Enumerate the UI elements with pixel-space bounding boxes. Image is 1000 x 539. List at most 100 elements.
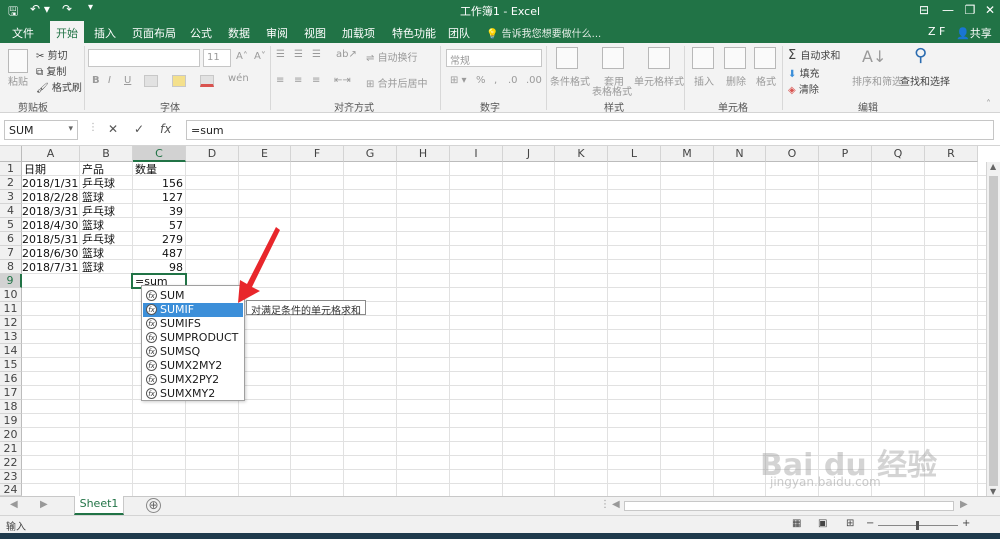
row-header[interactable]: 21: [0, 442, 22, 456]
column-header[interactable]: R: [925, 146, 978, 162]
scroll-right-icon[interactable]: ▶: [960, 499, 968, 510]
row-header[interactable]: 13: [0, 330, 22, 344]
column-header[interactable]: K: [555, 146, 608, 162]
fill-button[interactable]: ⬇ 填充: [788, 65, 820, 80]
column-header[interactable]: L: [608, 146, 661, 162]
cell-product[interactable]: 篮球: [82, 191, 104, 204]
scroll-up-icon[interactable]: ▲: [990, 162, 996, 171]
bold-button[interactable]: B: [92, 75, 100, 86]
vertical-scrollbar[interactable]: ▲ ▼: [986, 162, 1000, 496]
tab-team[interactable]: 团队: [448, 25, 470, 41]
cell-c1[interactable]: 数量: [135, 163, 157, 176]
tab-data[interactable]: 数据: [228, 25, 250, 41]
row-header[interactable]: 11: [0, 302, 22, 316]
row-header[interactable]: 17: [0, 386, 22, 400]
indent-icon[interactable]: ⇤⇥: [334, 75, 351, 86]
tab-file[interactable]: 文件: [12, 25, 34, 41]
row-header[interactable]: 24: [0, 484, 22, 496]
tab-featured[interactable]: 特色功能: [392, 25, 436, 41]
name-box[interactable]: SUM ▾: [4, 120, 78, 140]
italic-button[interactable]: I: [108, 75, 111, 86]
decrease-decimal-icon[interactable]: .00: [526, 75, 542, 86]
cell-date[interactable]: 2018/5/31: [22, 233, 78, 246]
underline-button[interactable]: U: [124, 75, 131, 86]
phonetic-icon[interactable]: wén: [228, 73, 249, 84]
scroll-down-icon[interactable]: ▼: [990, 487, 996, 496]
column-header[interactable]: J: [503, 146, 555, 162]
row-header[interactable]: 19: [0, 414, 22, 428]
page-layout-view-icon[interactable]: ▣: [818, 518, 827, 529]
format-cells-button[interactable]: 格式: [756, 73, 776, 88]
grow-font-icon[interactable]: A˄: [236, 51, 248, 62]
autocomplete-item-selected[interactable]: fx SUMIF: [143, 303, 243, 317]
page-break-view-icon[interactable]: ⊞: [846, 518, 854, 529]
percent-button[interactable]: %: [476, 75, 486, 86]
user-name[interactable]: Z F: [928, 25, 945, 38]
horizontal-scrollbar[interactable]: [624, 501, 954, 511]
font-family-select[interactable]: [88, 49, 200, 67]
cell-date[interactable]: 2018/4/30: [22, 219, 78, 232]
column-header[interactable]: M: [661, 146, 714, 162]
autocomplete-item[interactable]: fx SUMIFS: [143, 317, 243, 331]
autocomplete-item[interactable]: fx SUMX2PY2: [143, 373, 243, 387]
orientation-icon[interactable]: ab↗: [336, 49, 357, 60]
row-header[interactable]: 9: [0, 274, 22, 288]
cell-date[interactable]: 2018/1/31: [22, 177, 78, 190]
row-header[interactable]: 1: [0, 162, 22, 176]
sheet-tab[interactable]: Sheet1: [74, 496, 124, 515]
format-table-icon[interactable]: [602, 47, 624, 69]
sort-filter-icon[interactable]: A↓: [862, 47, 886, 66]
magnifier-icon[interactable]: ⚲: [914, 45, 927, 66]
autosum-button[interactable]: Σ 自动求和: [788, 47, 840, 63]
tab-home[interactable]: 开始: [50, 21, 84, 43]
row-header[interactable]: 2: [0, 176, 22, 190]
row-header[interactable]: 12: [0, 316, 22, 330]
merge-center-button[interactable]: ⊞ 合并后居中: [366, 75, 428, 90]
column-header[interactable]: D: [186, 146, 239, 162]
cell-qty[interactable]: 156: [133, 177, 183, 190]
tab-formulas[interactable]: 公式: [190, 25, 212, 41]
cell-product[interactable]: 乒乓球: [82, 177, 115, 190]
font-color-icon[interactable]: [200, 75, 214, 87]
insert-cells-button[interactable]: 插入: [694, 73, 714, 88]
paste-icon[interactable]: [8, 49, 28, 73]
tell-me-box[interactable]: 💡 告诉我您想要做什么...: [486, 25, 601, 40]
shrink-font-icon[interactable]: A˅: [254, 51, 266, 62]
zoom-out-button[interactable]: −: [866, 518, 874, 529]
column-header[interactable]: G: [344, 146, 397, 162]
format-table-label-b[interactable]: 表格格式: [592, 83, 632, 98]
copy-button[interactable]: ⧉ 复制: [36, 63, 66, 78]
find-select-button[interactable]: 查找和选择: [900, 73, 950, 88]
row-header[interactable]: 4: [0, 204, 22, 218]
row-header[interactable]: 6: [0, 232, 22, 246]
formula-input[interactable]: =sum: [186, 120, 994, 140]
cell-qty[interactable]: 57: [133, 219, 183, 232]
align-middle-icon[interactable]: ☰: [294, 49, 303, 60]
row-header[interactable]: 15: [0, 358, 22, 372]
ribbon-display-icon[interactable]: ⊟: [912, 1, 936, 19]
autocomplete-item[interactable]: fx SUMX2MY2: [143, 359, 243, 373]
cell-date[interactable]: 2018/2/28: [22, 191, 78, 204]
cell-product[interactable]: 篮球: [82, 261, 104, 274]
wrap-text-button[interactable]: ⇌ 自动换行: [366, 49, 418, 64]
format-painter-button[interactable]: 🖌 格式刷: [36, 79, 82, 94]
tab-split-icon[interactable]: ⋮: [600, 499, 610, 510]
row-header[interactable]: 18: [0, 400, 22, 414]
cell-product[interactable]: 篮球: [82, 219, 104, 232]
close-button[interactable]: ✕: [978, 1, 1000, 19]
normal-view-icon[interactable]: ▦: [792, 518, 801, 529]
prev-sheet-icon[interactable]: ◀: [10, 499, 18, 510]
comma-icon[interactable]: ,: [494, 75, 497, 86]
autocomplete-item[interactable]: fx SUMXMY2: [143, 387, 243, 401]
column-header[interactable]: C: [133, 146, 186, 162]
column-header[interactable]: E: [239, 146, 291, 162]
cell-b1[interactable]: 产品: [82, 163, 104, 176]
column-header[interactable]: H: [397, 146, 450, 162]
cell-styles-icon[interactable]: [648, 47, 670, 69]
zoom-in-button[interactable]: +: [962, 518, 970, 529]
align-center-icon[interactable]: ≡: [294, 75, 302, 86]
add-sheet-button[interactable]: ⊕: [146, 498, 161, 513]
cell-product[interactable]: 篮球: [82, 247, 104, 260]
delete-cells-button[interactable]: 删除: [726, 73, 746, 88]
align-right-icon[interactable]: ≡: [312, 75, 320, 86]
